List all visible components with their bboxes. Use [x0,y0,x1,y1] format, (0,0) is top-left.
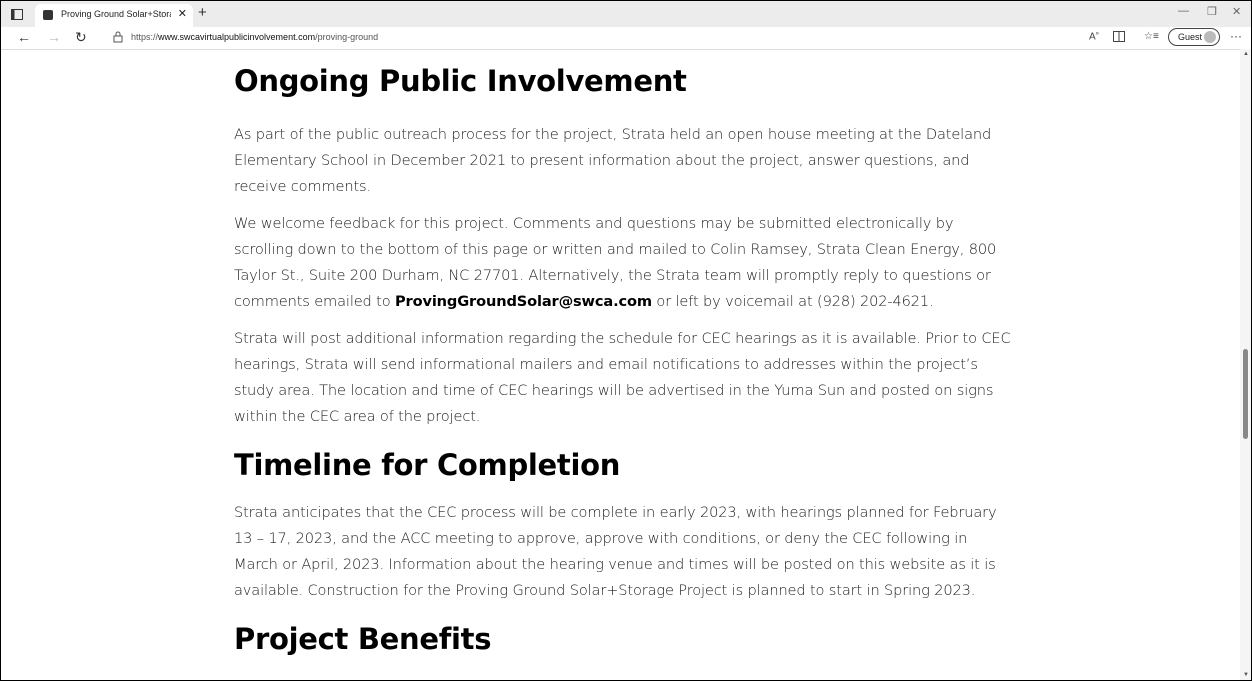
tab-actions-icon[interactable] [9,6,25,22]
article-content: Ongoing Public Involvement As part of th… [234,49,1014,656]
vertical-scrollbar[interactable]: ▲ ▼ [1240,49,1251,680]
lock-icon[interactable] [113,30,123,48]
scroll-up-icon[interactable]: ▲ [1243,51,1249,57]
url-path: /proving-ground [315,32,379,42]
tab-active[interactable]: Proving Ground Solar+Storage P ✕ [35,4,193,27]
browser-window: Proving Ground Solar+Storage P ✕ + — ❐ ✕… [0,0,1252,681]
read-aloud-icon[interactable]: A» [1089,31,1099,42]
url-bar[interactable]: https://www.swcavirtualpublicinvolvement… [131,32,378,42]
close-window-icon[interactable]: ✕ [1232,5,1241,18]
address-toolbar: ← → ↻ https://www.swcavirtualpublicinvol… [1,27,1251,50]
heading-ongoing-public-involvement: Ongoing Public Involvement [234,64,687,98]
back-icon[interactable]: ← [17,29,31,45]
paragraph-cec-hearings: Strata will post additional information … [234,330,1011,425]
url-host: www.swcavirtualpublicinvolvement.com [158,32,316,42]
favorites-icon[interactable]: ☆≡ [1144,31,1159,42]
new-tab-icon[interactable]: + [198,4,207,21]
minimize-icon[interactable]: — [1178,5,1189,17]
site-favicon-icon [43,10,53,20]
avatar-icon [1204,31,1216,43]
tab-close-icon[interactable]: ✕ [178,7,187,20]
paragraph-open-house: As part of the public outreach process f… [234,126,992,195]
profile-label: Guest [1178,32,1203,42]
refresh-icon[interactable]: ↻ [75,29,87,46]
email-link[interactable]: ProvingGroundSolar@swca.com [395,293,652,310]
paragraph-timeline: Strata anticipates that the CEC process … [234,504,997,599]
more-options-icon[interactable]: ··· [1230,29,1242,43]
heading-timeline: Timeline for Completion [234,448,621,482]
scrollbar-thumb[interactable] [1243,349,1248,439]
url-prefix: https:// [131,32,159,42]
forward-icon[interactable]: → [47,29,61,45]
feedback-text-end: or left by voicemail at (928) 202-4621. [651,293,934,310]
tab-title: Proving Ground Solar+Storage P [61,9,171,19]
scroll-down-icon[interactable]: ▼ [1243,672,1249,678]
restore-icon[interactable]: ❐ [1207,5,1217,18]
paragraph-feedback: We welcome feedback for this project. Co… [234,211,1014,315]
profile-button[interactable]: Guest [1168,28,1220,46]
heading-project-benefits: Project Benefits [234,622,492,656]
immersive-reader-icon[interactable] [1113,31,1125,45]
tab-strip: Proving Ground Solar+Storage P ✕ + — ❐ ✕ [1,1,1251,27]
